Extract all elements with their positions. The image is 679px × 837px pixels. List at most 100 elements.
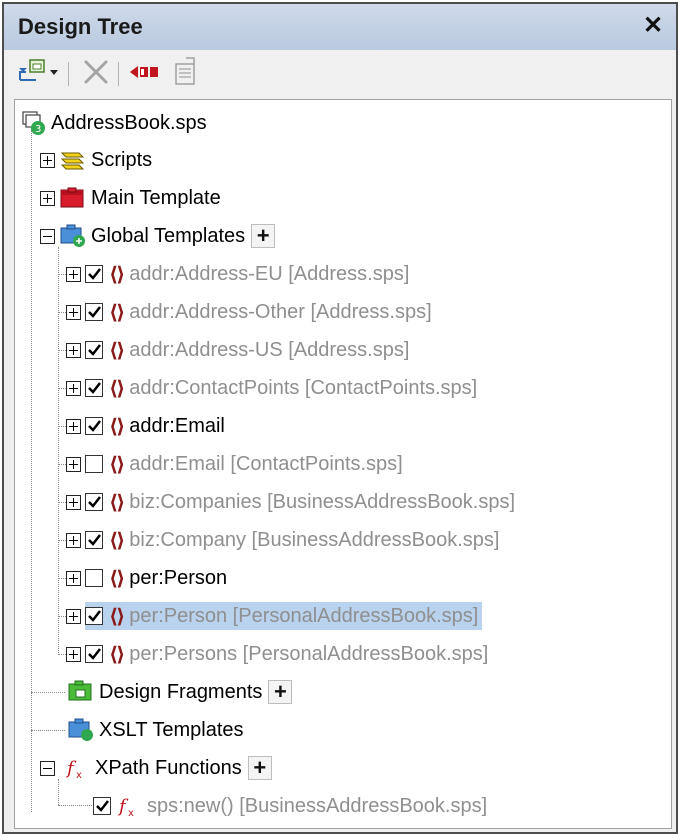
global-template-item[interactable]: ⟨⟩ per:Person <box>66 564 231 592</box>
expand-toggle[interactable] <box>66 608 81 624</box>
expand-toggle[interactable] <box>66 342 81 358</box>
global-template-item[interactable]: ⟨⟩ addr:Address-EU [Address.sps] <box>66 260 413 288</box>
global-template-item[interactable]: ⟨⟩ addr:Address-US [Address.sps] <box>66 336 413 364</box>
xslt-templates-label: XSLT Templates <box>99 718 244 741</box>
template-brace-icon: ⟨⟩ <box>109 528 125 552</box>
expand-toggle[interactable] <box>66 456 81 472</box>
main-template-label: Main Template <box>91 186 221 209</box>
collapse-toggle[interactable] <box>40 228 55 244</box>
expand-toggle[interactable] <box>66 266 81 282</box>
add-item-icon <box>19 59 58 81</box>
template-brace-icon: ⟨⟩ <box>109 490 125 514</box>
function-checkbox[interactable] <box>93 797 111 815</box>
expand-toggle[interactable] <box>66 418 81 434</box>
tree-node-xpath-functions[interactable]: f x XPath Functions + <box>40 754 272 782</box>
tree-node-design-fragments[interactable]: Design Fragments + <box>67 678 293 706</box>
add-xpath-function-button[interactable]: + <box>247 756 272 780</box>
expand-toggle[interactable] <box>66 380 81 396</box>
delete-button[interactable] <box>78 56 114 88</box>
xpath-function-icon: fx <box>117 796 134 818</box>
tree-node-global-templates[interactable]: Global Templates + <box>40 222 276 250</box>
expand-toggle[interactable] <box>66 494 81 510</box>
tree-node-main-template[interactable]: Main Template <box>40 184 221 212</box>
add-global-template-button[interactable]: + <box>251 224 276 248</box>
tree-node-scripts[interactable]: Scripts <box>40 146 152 174</box>
template-checkbox[interactable] <box>85 493 103 511</box>
close-button[interactable]: ✕ <box>640 12 666 40</box>
expand-toggle[interactable] <box>66 304 81 320</box>
svg-text:x: x <box>128 808 134 818</box>
xpath-functions-label: XPath Functions <box>95 756 242 779</box>
expand-toggle[interactable] <box>40 190 55 206</box>
design-fragments-label: Design Fragments <box>99 680 263 703</box>
global-template-item[interactable]: ⟨⟩ addr:Email <box>66 412 229 440</box>
tree-line <box>58 312 66 313</box>
checkmark-icon <box>88 306 101 318</box>
item-content: ⟨⟩ addr:ContactPoints [ContactPoints.sps] <box>85 374 481 402</box>
tree-line <box>58 247 59 653</box>
expand-toggle[interactable] <box>66 532 81 548</box>
template-label: per:Person [PersonalAddressBook.sps] <box>129 604 479 627</box>
tree-line <box>58 502 66 503</box>
collapse-toggle[interactable] <box>40 760 55 776</box>
item-content: ⟨⟩ biz:Company [BusinessAddressBook.sps] <box>85 526 503 554</box>
template-label: addr:Address-US [Address.sps] <box>129 338 410 361</box>
tree-node-xslt-templates[interactable]: XSLT Templates <box>67 716 244 744</box>
global-template-item[interactable]: ⟨⟩ biz:Companies [BusinessAddressBook.sps… <box>66 488 519 516</box>
template-checkbox[interactable] <box>85 531 103 549</box>
expand-toggle[interactable] <box>40 152 55 168</box>
properties-button[interactable] <box>168 56 204 88</box>
tree-line <box>58 616 66 617</box>
item-content: ⟨⟩ addr:Email [ContactPoints.sps] <box>85 450 407 478</box>
global-template-item[interactable]: ⟨⟩ per:Person [PersonalAddressBook.sps] <box>66 602 483 630</box>
design-tree: 3 AddressBook.sps Scripts Main Template <box>14 99 672 829</box>
template-brace-icon: ⟨⟩ <box>109 604 125 628</box>
template-checkbox[interactable] <box>85 303 103 321</box>
xpath-function-item[interactable]: f x sps:new() [BusinessAddressBook.sps] <box>93 792 487 820</box>
checkmark-icon <box>88 534 101 546</box>
item-content: ⟨⟩ per:Person <box>85 564 231 592</box>
item-content: ⟨⟩ addr:Address-EU [Address.sps] <box>85 260 413 288</box>
template-checkbox[interactable] <box>85 379 103 397</box>
template-checkbox[interactable] <box>85 607 103 625</box>
toolbar <box>4 52 676 92</box>
global-template-item[interactable]: ⟨⟩ addr:ContactPoints [ContactPoints.sps] <box>66 374 481 402</box>
panel-title: Design Tree <box>18 14 143 39</box>
toolbar-separator <box>118 62 119 86</box>
expand-toggle[interactable] <box>66 646 81 662</box>
template-brace-icon: ⟨⟩ <box>109 338 125 362</box>
add-item-dropdown-button[interactable] <box>16 56 62 88</box>
scripts-label: Scripts <box>91 148 153 171</box>
tree-line <box>31 130 32 812</box>
selected-item-highlight: ⟨⟩ per:Person [PersonalAddressBook.sps] <box>85 602 483 630</box>
template-checkbox[interactable] <box>85 645 103 663</box>
global-template-item[interactable]: ⟨⟩ addr:Email [ContactPoints.sps] <box>66 450 407 478</box>
title-bar: Design Tree ✕ <box>4 4 676 50</box>
template-checkbox[interactable] <box>85 569 103 587</box>
template-brace-icon: ⟨⟩ <box>109 452 125 476</box>
svg-text:x: x <box>76 770 82 780</box>
template-checkbox[interactable] <box>85 417 103 435</box>
svg-text:3: 3 <box>35 124 41 135</box>
template-checkbox[interactable] <box>85 265 103 283</box>
template-checkbox[interactable] <box>85 455 103 473</box>
toggle-button[interactable] <box>126 56 164 88</box>
global-template-item[interactable]: ⟨⟩ addr:Address-Other [Address.sps] <box>66 298 436 326</box>
checkmark-icon <box>88 496 101 508</box>
template-checkbox[interactable] <box>85 341 103 359</box>
item-content: ⟨⟩ biz:Companies [BusinessAddressBook.sps… <box>85 488 519 516</box>
toolbar-separator <box>68 62 69 86</box>
sps-file-icon: 3 <box>22 111 45 135</box>
global-template-item[interactable]: ⟨⟩ per:Persons [PersonalAddressBook.sps] <box>66 640 492 668</box>
checkmark-icon <box>88 344 101 356</box>
add-design-fragment-button[interactable]: + <box>268 680 293 704</box>
tree-line <box>31 730 65 731</box>
tree-line <box>58 654 66 655</box>
global-template-item[interactable]: ⟨⟩ biz:Company [BusinessAddressBook.sps] <box>66 526 503 554</box>
template-label: per:Persons [PersonalAddressBook.sps] <box>129 642 489 665</box>
template-label: addr:Email <box>129 414 225 437</box>
tree-root[interactable]: 3 AddressBook.sps <box>21 109 207 137</box>
expand-toggle[interactable] <box>66 570 81 586</box>
xslt-templates-icon <box>68 718 93 741</box>
checkmark-icon <box>96 800 109 812</box>
